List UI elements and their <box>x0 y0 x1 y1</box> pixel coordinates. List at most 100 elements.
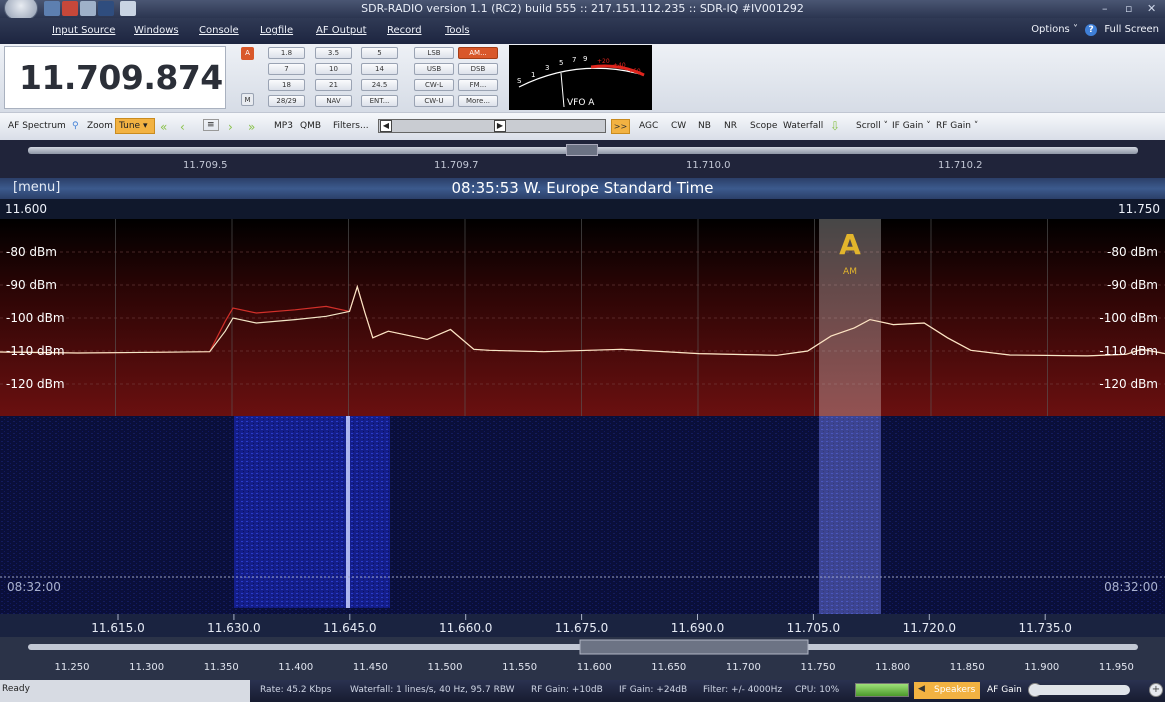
fast-forward-icon[interactable]: » <box>248 120 255 134</box>
nr-button[interactable]: NR <box>724 121 737 131</box>
waterfall-button[interactable]: Waterfall <box>783 121 823 131</box>
smeter-scale-label: +40 <box>613 62 626 69</box>
slider-left-arrow-icon[interactable]: ◀ <box>380 120 392 132</box>
overview-label: 11.650 <box>651 662 686 673</box>
axis-label: 11.735.0 <box>1018 621 1071 635</box>
menu-windows[interactable]: Windows <box>134 25 179 36</box>
zoom-icon: ⚲ <box>72 121 79 131</box>
band-button[interactable]: 28/29 <box>268 95 305 107</box>
y-axis-label: -100 dBm <box>6 311 65 325</box>
mp3-button[interactable]: MP3 <box>274 121 293 131</box>
mode-dsb-button[interactable]: DSB <box>458 63 498 75</box>
band-button[interactable]: 3.5 <box>315 47 352 59</box>
scope-button[interactable]: Scope <box>750 121 777 131</box>
forward-icon[interactable]: › <box>228 120 233 134</box>
fine-ruler-thumb[interactable] <box>566 144 598 156</box>
band-button[interactable]: 7 <box>268 63 305 75</box>
overview-label: 11.900 <box>1024 662 1059 673</box>
waterfall-display[interactable]: 08:32:00 08:32:00 <box>0 416 1165 614</box>
agc-button[interactable]: AGC <box>639 121 658 131</box>
y-axis-label: -120 dBm <box>6 377 65 391</box>
band-button[interactable]: NAV <box>315 95 352 107</box>
minimize-button[interactable]: – <box>1102 2 1108 15</box>
smeter-scale-label: 7 <box>572 56 576 64</box>
band-button[interactable]: 1.8 <box>268 47 305 59</box>
mode-cwl-button[interactable]: CW-L <box>414 79 454 91</box>
help-icon[interactable]: ? <box>1085 24 1098 36</box>
maximize-button[interactable]: ▫ <box>1125 2 1132 15</box>
status-if-gain: IF Gain: +24dB <box>619 685 688 695</box>
filter-slider[interactable]: ◀ ▶ <box>378 119 606 133</box>
af-spectrum-button[interactable]: AF Spectrum <box>8 121 66 131</box>
filter-go-button[interactable]: >> <box>611 119 630 134</box>
time-banner: [menu] 08:35:53 W. Europe Standard Time <box>0 178 1165 199</box>
overview-label: 11.600 <box>577 662 612 673</box>
mode-more-button[interactable]: More... <box>458 95 498 107</box>
zoom-button[interactable]: Zoom <box>87 121 113 131</box>
band-button[interactable]: 24.5 <box>361 79 398 91</box>
band-button[interactable]: 21 <box>315 79 352 91</box>
memory-button[interactable]: M <box>241 93 254 106</box>
menu-record[interactable]: Record <box>387 25 422 36</box>
slider-right-arrow-icon[interactable]: ▶ <box>494 120 506 132</box>
axis-label: 11.705.0 <box>787 621 840 635</box>
rf-gain-menu[interactable]: RF Gain ˅ <box>936 121 978 131</box>
mode-cwu-button[interactable]: CW-U <box>414 95 454 107</box>
smeter-scale-label: 1 <box>531 71 535 79</box>
mode-usb-button[interactable]: USB <box>414 63 454 75</box>
options-menu[interactable]: Options <box>1031 24 1070 35</box>
band-button[interactable]: 14 <box>361 63 398 75</box>
overview-label: 11.300 <box>129 662 164 673</box>
tune-button[interactable]: Tune ▾ <box>115 118 155 134</box>
fast-rewind-icon[interactable]: « <box>160 120 167 134</box>
rf-gain-label: RF Gain <box>936 121 971 131</box>
cw-button[interactable]: CW <box>671 121 686 131</box>
menu-tools[interactable]: Tools <box>445 25 470 36</box>
y-axis-label: -90 dBm <box>1107 278 1158 292</box>
waterfall-signal-band <box>234 416 390 608</box>
toolbar: AF Spectrum ⚲ Zoom Tune ▾ « ‹ ≡ › » MP3 … <box>0 112 1165 140</box>
smeter-scale-label: 3 <box>545 64 549 72</box>
y-axis-label: -80 dBm <box>6 245 57 259</box>
fine-ruler-label: 11.709.5 <box>183 160 228 171</box>
overview-thumb[interactable] <box>579 639 809 655</box>
rewind-icon[interactable]: ‹ <box>180 120 185 134</box>
radio-controls: 11.709.874 A M 1.8 3.5 5 7 10 14 18 21 2… <box>0 44 1165 112</box>
smeter-scale-label: +60 <box>628 68 641 75</box>
tune-label: Tune <box>119 121 141 131</box>
y-axis-label: -120 dBm <box>1099 377 1158 391</box>
nb-button[interactable]: NB <box>698 121 711 131</box>
speakers-button[interactable]: ◀ Speakers <box>914 682 980 699</box>
menu-console[interactable]: Console <box>199 25 239 36</box>
down-arrow-icon[interactable]: ⇩ <box>830 119 840 133</box>
band-button[interactable]: ENT... <box>361 95 398 107</box>
qmb-button[interactable]: QMB <box>300 121 321 131</box>
menu-af-output[interactable]: AF Output <box>316 25 367 36</box>
vfo-a-button[interactable]: A <box>241 47 254 60</box>
status-rate: Rate: 45.2 Kbps <box>260 685 332 695</box>
mode-am-button[interactable]: AM... <box>458 47 498 59</box>
af-gain-slider[interactable] <box>1030 685 1130 695</box>
fine-ruler-label: 11.710.0 <box>686 160 731 171</box>
band-button[interactable]: 18 <box>268 79 305 91</box>
full-screen-button[interactable]: Full Screen <box>1104 24 1159 35</box>
band-button[interactable]: 10 <box>315 63 352 75</box>
mode-lsb-button[interactable]: LSB <box>414 47 454 59</box>
af-gain-increase-icon[interactable]: + <box>1149 683 1163 697</box>
close-button[interactable]: ✕ <box>1147 2 1156 15</box>
band-button[interactable]: 5 <box>361 47 398 59</box>
scroll-label: Scroll <box>856 121 881 131</box>
if-gain-menu[interactable]: IF Gain ˅ <box>892 121 931 131</box>
fine-tuning-ruler[interactable]: 11.709.5 11.709.7 11.710.0 11.710.2 <box>0 140 1165 178</box>
window-title: SDR-RADIO version 1.1 (RC2) build 555 ::… <box>361 2 804 15</box>
list-icon[interactable]: ≡ <box>203 119 219 131</box>
frequency-display[interactable]: 11.709.874 <box>4 46 226 109</box>
spectrum-display[interactable]: A AM -80 dBm -90 dBm -100 dBm -110 dBm -120 … <box>0 219 1165 416</box>
menu-logfile[interactable]: Logfile <box>260 25 293 36</box>
menu-input-source[interactable]: Input Source <box>52 25 115 36</box>
scroll-menu[interactable]: Scroll ˅ <box>856 121 888 131</box>
overview-label: 11.500 <box>428 662 463 673</box>
mode-fm-button[interactable]: FM... <box>458 79 498 91</box>
axis-label: 11.615.0 <box>91 621 144 635</box>
filters-button[interactable]: Filters... <box>333 121 369 131</box>
